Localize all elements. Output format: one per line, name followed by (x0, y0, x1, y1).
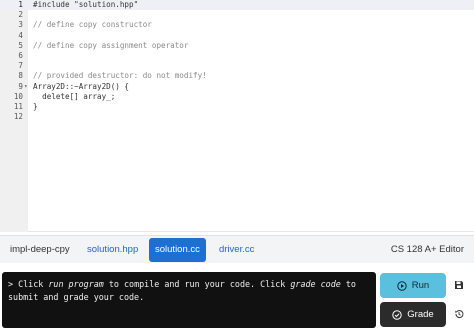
console-output: > Click run program to compile and run y… (2, 272, 376, 328)
line-number: 3 (18, 20, 23, 30)
line-number: 7 (18, 61, 23, 71)
code-line[interactable]: 4 (0, 31, 474, 41)
line-number: 5 (18, 40, 23, 50)
code-text: delete[] array_; (33, 91, 116, 101)
code-text: Array2D::~Array2D() { (33, 81, 130, 91)
run-button[interactable]: Run (380, 273, 446, 298)
file-tab-bar: impl-deep-cpy solution.hpp solution.cc d… (0, 235, 474, 263)
code-text: // provided destructor: do not modify! (33, 71, 207, 81)
code-line[interactable]: 6 (0, 51, 474, 61)
code-lines[interactable]: 1 #include "solution.hpp" 2 3 // define copy… (0, 0, 474, 122)
code-line[interactable]: 11} (0, 102, 474, 112)
code-line[interactable]: 8 // provided destructor: do not modify! (0, 71, 474, 81)
code-editor[interactable]: 1 #include "solution.hpp" 2 3 // define copy… (0, 0, 474, 232)
fold-toggle-icon[interactable]: ▾ (24, 82, 30, 92)
code-line[interactable]: 7 (0, 61, 474, 71)
code-line[interactable]: 12 (0, 112, 474, 122)
tab-driver-cc[interactable]: driver.cc (213, 238, 260, 262)
code-line[interactable]: 5 // define copy assignment operator (0, 41, 474, 51)
line-number: 11 (13, 101, 23, 111)
line-number: 1 (18, 0, 23, 9)
code-text: #include "solution.hpp" (33, 0, 139, 9)
history-button[interactable] (450, 302, 468, 327)
grade-button-label: Grade (407, 309, 434, 320)
line-number: 9 (18, 81, 23, 91)
code-text: // define copy assignment operator (33, 40, 189, 50)
editor-label: CS 128 A+ Editor (390, 244, 464, 255)
tab-solution-cc[interactable]: solution.cc (149, 238, 206, 262)
save-button[interactable] (450, 273, 468, 298)
code-text: } (33, 101, 38, 111)
history-icon (454, 306, 464, 324)
line-number: 8 (18, 71, 23, 81)
code-line[interactable]: 1 #include "solution.hpp" (0, 0, 474, 11)
line-number: 6 (18, 50, 23, 60)
run-button-label: Run (411, 280, 430, 291)
line-number: 4 (18, 30, 23, 40)
grade-code-hint: grade code (290, 279, 341, 289)
line-number: 2 (18, 10, 23, 20)
code-line[interactable]: 2 (0, 10, 474, 20)
run-program-hint: run program (48, 279, 104, 289)
code-line[interactable]: 9 ▾ Array2D::~Array2D() { (0, 82, 474, 92)
tab-solution-hpp[interactable]: solution.hpp (81, 238, 144, 262)
console-text: > Click run program to compile and run y… (8, 279, 361, 302)
check-circle-icon (392, 309, 402, 320)
save-icon (454, 277, 464, 295)
code-line[interactable]: 10 delete[] array_; (0, 92, 474, 102)
grade-button[interactable]: Grade (380, 302, 446, 327)
line-number: 12 (13, 112, 23, 122)
line-number: 10 (13, 91, 23, 101)
code-text: // define copy constructor (33, 20, 152, 30)
play-circle-icon (397, 280, 407, 291)
console-prompt: > (8, 279, 19, 289)
code-line[interactable]: 3 // define copy constructor (0, 20, 474, 30)
tab-impl-deep-cpy[interactable]: impl-deep-cpy (4, 238, 76, 262)
